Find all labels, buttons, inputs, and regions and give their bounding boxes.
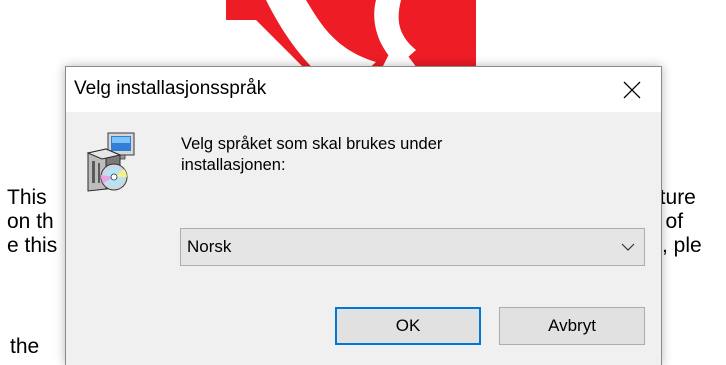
chevron-down-icon xyxy=(621,243,635,251)
dialog-title: Velg installasjonsspråk xyxy=(74,78,267,99)
message-line: Velg språket som skal brukes under xyxy=(181,135,443,153)
dialog-titlebar[interactable]: Velg installasjonsspråk xyxy=(66,67,661,112)
background-line: on th xyxy=(7,210,54,233)
background-line: the xyxy=(10,335,40,358)
setup-installer-icon xyxy=(86,132,135,192)
close-button[interactable] xyxy=(603,67,661,112)
background-line: e this xyxy=(7,234,58,257)
background-text-left: This on th e this xyxy=(7,186,57,258)
cancel-button[interactable]: Avbryt xyxy=(499,307,645,345)
ok-button[interactable]: OK xyxy=(335,307,481,345)
background-line: This xyxy=(7,186,47,209)
language-dialog: Velg installasjonsspråk Velg språket som… xyxy=(65,66,662,365)
close-icon xyxy=(623,81,641,98)
language-select[interactable]: Norsk xyxy=(180,228,645,266)
language-select-value: Norsk xyxy=(187,237,232,256)
dialog-message: Velg språket som skal brukes under insta… xyxy=(181,134,561,176)
screen: This on th e this ature n of K, ple the … xyxy=(0,0,726,365)
message-line: installasjonen: xyxy=(181,156,286,174)
